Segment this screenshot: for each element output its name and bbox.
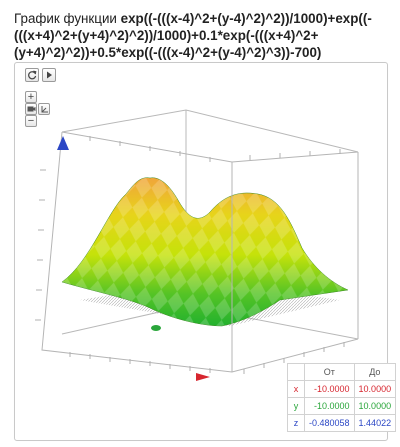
y-to[interactable]: 10.0000 — [353, 397, 397, 415]
header-to: До — [353, 363, 397, 381]
header-from: От — [304, 363, 355, 381]
x-axis-handle[interactable] — [196, 373, 210, 381]
range-row-y: y -10.0000 10.0000 — [287, 397, 397, 415]
x-to[interactable]: 10.0000 — [353, 380, 397, 398]
z-to[interactable]: 1.44022 — [353, 414, 397, 432]
axis-range-table: От До x -10.0000 10.0000 y -10.0000 10.0… — [287, 363, 397, 432]
z-axis-handle[interactable] — [57, 136, 69, 150]
header-axis — [287, 363, 305, 381]
axis-label-x: x — [287, 380, 305, 398]
x-from[interactable]: -10.0000 — [304, 380, 355, 398]
z-from[interactable]: -0.480058 — [304, 414, 355, 432]
range-table-header: От До — [287, 363, 397, 381]
axis-label-z: z — [287, 414, 305, 432]
axis-label-y: y — [287, 397, 305, 415]
y-axis-handle[interactable] — [151, 325, 161, 331]
range-row-x: x -10.0000 10.0000 — [287, 380, 397, 398]
y-from[interactable]: -10.0000 — [304, 397, 355, 415]
range-row-z: z -0.480058 1.44022 — [287, 414, 397, 432]
